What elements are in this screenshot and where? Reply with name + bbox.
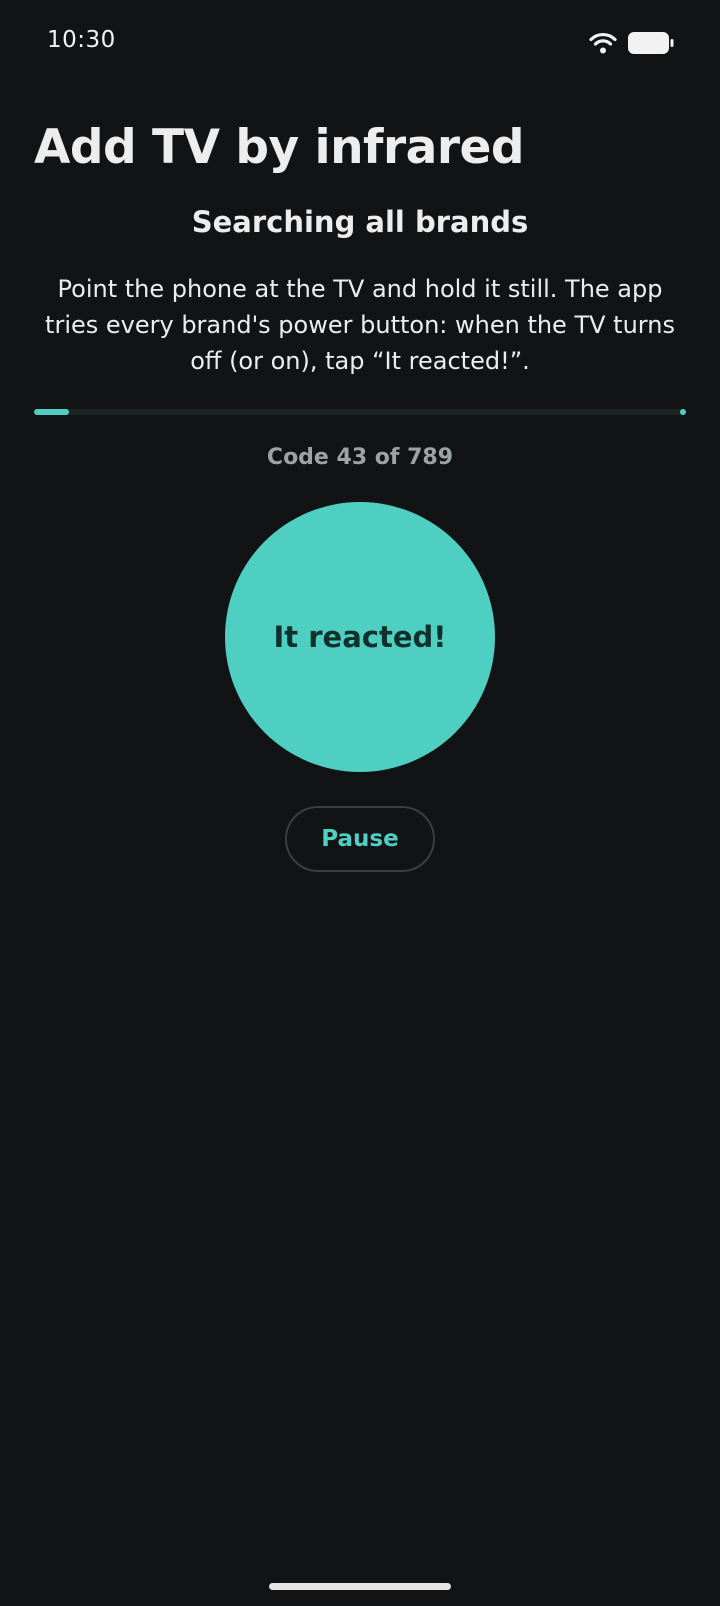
status-bar: 10:30 bbox=[0, 0, 720, 86]
status-time: 10:30 bbox=[47, 27, 116, 53]
pause-button[interactable]: Pause bbox=[285, 806, 435, 872]
instructions-text: Point the phone at the TV and hold it st… bbox=[45, 275, 675, 375]
section-title: Searching all brands bbox=[191, 205, 529, 239]
search-progress-bar bbox=[34, 409, 685, 415]
search-progress-fill bbox=[34, 409, 70, 415]
code-counter: Code 43 of 789 bbox=[266, 445, 454, 470]
home-indicator bbox=[269, 1583, 451, 1590]
it-reacted-button[interactable]: It reacted! bbox=[225, 502, 495, 772]
wifi-icon bbox=[589, 32, 617, 54]
battery-icon bbox=[628, 32, 674, 54]
progress-end-dot bbox=[680, 409, 686, 415]
page-title: Add TV by infrared bbox=[34, 120, 525, 175]
